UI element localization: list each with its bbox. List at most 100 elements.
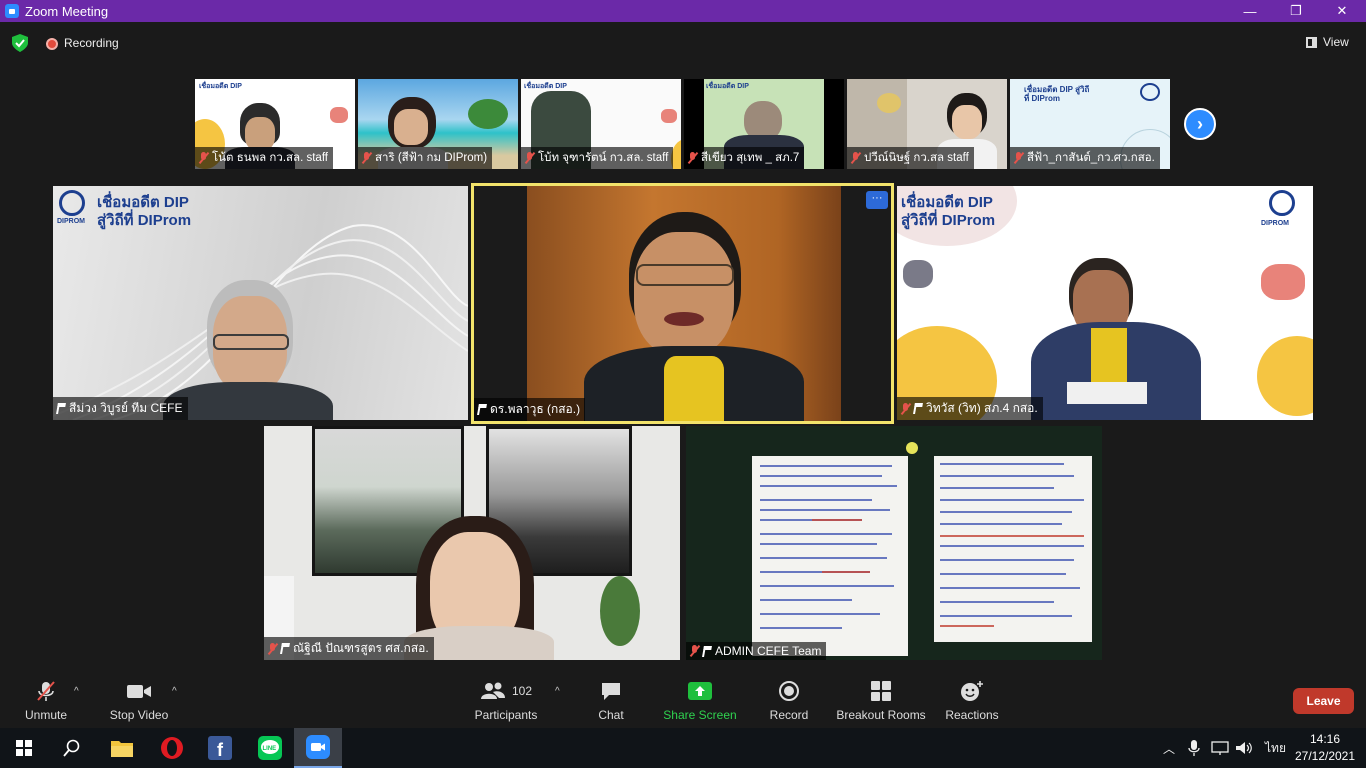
unmute-button[interactable]: Unmute bbox=[20, 680, 72, 722]
participant-name: สีเขียว สุเทพ _ สภ.7 bbox=[684, 147, 805, 169]
muted-mic-icon bbox=[688, 152, 697, 164]
participant-name: สีม่วง วิบูรย์ ทีม CEFE bbox=[53, 397, 188, 420]
muted-mic-icon bbox=[901, 402, 910, 415]
reactions-button[interactable]: Reactions bbox=[944, 680, 1000, 722]
muted-mic-icon bbox=[199, 152, 208, 164]
window-titlebar: Zoom Meeting bbox=[0, 0, 1366, 22]
more-options-button[interactable]: ··· bbox=[866, 191, 888, 209]
video-tile-5[interactable]: ADMIN CEFE Team bbox=[686, 426, 1102, 660]
participant-name: ADMIN CEFE Team bbox=[686, 642, 827, 660]
volume-icon[interactable] bbox=[1235, 740, 1253, 756]
opera-icon bbox=[161, 737, 183, 759]
recording-label: Recording bbox=[64, 36, 119, 50]
pin-icon bbox=[477, 404, 487, 415]
participant-name: โน้ต ธนพล กว.สล. staff bbox=[195, 147, 333, 169]
facebook-taskbar-icon[interactable]: f bbox=[196, 728, 244, 768]
zoom-taskbar-icon[interactable] bbox=[294, 728, 342, 768]
close-button[interactable]: ✕ bbox=[1319, 0, 1365, 22]
breakout-rooms-icon bbox=[871, 681, 891, 701]
clock-time: 14:16 bbox=[1309, 732, 1341, 746]
banner-title: เชื่อมอดีต DIP สู่วิถีที่ DIProm bbox=[97, 194, 192, 229]
recording-icon bbox=[46, 38, 58, 50]
diprom-logo-icon bbox=[59, 190, 85, 216]
taskbar-clock[interactable]: 14:16 27/12/2021 bbox=[1292, 731, 1358, 765]
taskbar-search-button[interactable] bbox=[48, 728, 96, 768]
video-camera-icon bbox=[127, 685, 151, 698]
audio-options-caret[interactable]: ^ bbox=[74, 686, 79, 697]
show-hidden-icons-chevron-icon[interactable]: ︿ bbox=[1163, 740, 1177, 757]
video-options-caret[interactable]: ^ bbox=[172, 686, 177, 697]
view-button[interactable]: View bbox=[1306, 35, 1349, 49]
breakout-rooms-button[interactable]: Breakout Rooms bbox=[836, 680, 926, 722]
video-tile-1[interactable]: DIPROM เชื่อมอดีต DIP สู่วิถีที่ DIProm ส… bbox=[53, 186, 468, 420]
participant-name: ณัฐิณี ปัณฑรสูตร ศส.กสอ. bbox=[264, 637, 434, 660]
participant-name: สาริ (สีฟ้า กม DIProm) bbox=[358, 147, 493, 169]
breakout-rooms-label: Breakout Rooms bbox=[836, 708, 926, 722]
line-taskbar-icon[interactable]: LINE bbox=[246, 728, 294, 768]
strip-banner: เชื่อมอดีต DIP bbox=[706, 83, 749, 90]
chat-label: Chat bbox=[598, 708, 624, 722]
flipchart-right bbox=[934, 456, 1092, 642]
pin-icon bbox=[280, 643, 290, 654]
view-label: View bbox=[1323, 35, 1349, 49]
system-tray: ︿ ไทย bbox=[1163, 728, 1286, 768]
strip-tile-5[interactable]: ปวีณ์นิษฐ์ กว.สล staff bbox=[847, 79, 1007, 169]
muted-microphone-icon bbox=[37, 681, 55, 701]
participants-button[interactable]: 102 Participants bbox=[472, 680, 540, 722]
reactions-label: Reactions bbox=[945, 708, 999, 722]
video-tile-4[interactable]: ณัฐิณี ปัณฑรสูตร ศส.กสอ. bbox=[264, 426, 680, 660]
chat-bubble-icon bbox=[602, 683, 620, 700]
video-tile-3[interactable]: เชื่อมอดีต DIP สู่วิถีที่ DIProm DIPROM ว… bbox=[897, 186, 1313, 420]
muted-mic-icon bbox=[690, 645, 699, 657]
windows-logo-icon bbox=[16, 740, 32, 756]
participant-name: ดร.พลาวุธ (กสอ.) bbox=[474, 398, 586, 421]
opera-taskbar-icon[interactable] bbox=[148, 728, 196, 768]
muted-mic-icon bbox=[851, 152, 860, 164]
strip-banner: เชื่อมอดีต DIP สู่วิถีที่ DIProm bbox=[1024, 85, 1090, 103]
record-label: Record bbox=[769, 708, 809, 722]
record-icon bbox=[779, 681, 799, 701]
strip-tile-3[interactable]: เชื่อมอดีต DIP โบ้ท จุฑารัตน์ กว.สล. sta… bbox=[521, 79, 681, 169]
banner-title: เชื่อมอดีต DIP สู่วิถีที่ DIProm bbox=[901, 194, 996, 229]
view-grid-icon bbox=[1306, 36, 1317, 48]
file-explorer-taskbar-icon[interactable] bbox=[98, 728, 146, 768]
line-app-icon: LINE bbox=[258, 736, 282, 760]
pin-icon bbox=[702, 645, 712, 657]
muted-mic-icon bbox=[362, 152, 371, 164]
stop-video-button[interactable]: Stop Video bbox=[104, 680, 174, 722]
stop-video-label: Stop Video bbox=[109, 708, 169, 722]
input-language-indicator[interactable]: ไทย bbox=[1265, 739, 1286, 758]
strip-tile-4[interactable]: เชื่อมอดีต DIP สีเขียว สุเทพ _ สภ.7 bbox=[684, 79, 844, 169]
zoom-app-icon bbox=[5, 4, 19, 18]
zoom-icon bbox=[306, 735, 330, 759]
participant-name: ปวีณ์นิษฐ์ กว.สล staff bbox=[847, 147, 974, 169]
participant-name: สีฟ้า_กาสันต์_กว.ศว.กสอ. bbox=[1010, 147, 1160, 169]
strip-tile-6[interactable]: เชื่อมอดีต DIP สู่วิถีที่ DIProm สีฟ้า_ก… bbox=[1010, 79, 1170, 169]
video-tile-active-speaker[interactable]: ดร.พลาวุธ (กสอ.) bbox=[471, 183, 894, 424]
minimize-button[interactable]: — bbox=[1227, 0, 1273, 22]
svg-text:f: f bbox=[217, 740, 224, 760]
network-icon[interactable] bbox=[1211, 740, 1229, 756]
participants-options-caret[interactable]: ^ bbox=[555, 686, 560, 697]
search-icon bbox=[63, 739, 80, 757]
windows-start-button[interactable] bbox=[0, 728, 48, 768]
participant-name: โบ้ท จุฑารัตน์ กว.สล. staff bbox=[521, 147, 674, 169]
chevron-right-icon: › bbox=[1197, 113, 1203, 134]
security-shield-icon[interactable] bbox=[12, 34, 28, 52]
strip-tile-1[interactable]: เชื่อมอดีต DIP โน้ต ธนพล กว.สล. staff bbox=[195, 79, 355, 169]
meeting-topbar bbox=[0, 22, 1366, 66]
next-page-button[interactable]: › bbox=[1184, 108, 1216, 140]
chat-button[interactable]: Chat bbox=[592, 680, 630, 722]
microphone-tray-icon[interactable] bbox=[1187, 739, 1201, 757]
muted-mic-icon bbox=[268, 642, 277, 655]
unmute-label: Unmute bbox=[24, 708, 68, 722]
restore-button[interactable]: ❐ bbox=[1273, 0, 1319, 22]
flipchart-left bbox=[752, 456, 908, 656]
flipchart-writing bbox=[760, 465, 897, 629]
share-screen-button[interactable]: Share Screen bbox=[662, 680, 738, 722]
strip-tile-2[interactable]: สาริ (สีฟ้า กม DIProm) bbox=[358, 79, 518, 169]
share-screen-label: Share Screen bbox=[663, 708, 737, 722]
record-button[interactable]: Record bbox=[766, 680, 812, 722]
leave-button[interactable]: Leave bbox=[1293, 688, 1354, 714]
strip-banner: เชื่อมอดีต DIP bbox=[199, 83, 242, 90]
